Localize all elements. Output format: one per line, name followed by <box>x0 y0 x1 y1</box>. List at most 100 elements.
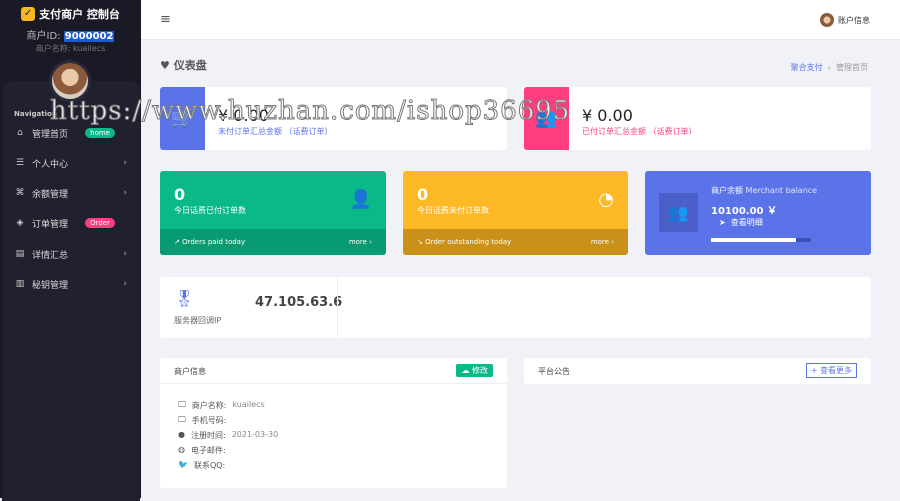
twitter-icon: 🐦 <box>178 460 188 469</box>
sidebar-item-label: 秘钥管理 <box>32 280 69 291</box>
balance-progress-fill <box>711 238 796 242</box>
info-row: ◍ 电子邮件: <box>178 445 226 456</box>
balance-title: 商户余额 Merchant balance <box>711 185 817 196</box>
merchant-name: 商户名称: kuailecs <box>35 44 106 53</box>
view-more-button[interactable]: + 查看更多 <box>805 363 857 378</box>
divider <box>337 277 338 338</box>
sidebar-item-label: 余额管理 <box>32 189 69 200</box>
merchant-info-header: 商户信息 ☁ 修改 <box>160 358 507 384</box>
paid-orders-label: 今日话费已付订单数 <box>174 206 246 215</box>
page-title: ♥ 仪表盘 <box>160 57 207 73</box>
page-title-text: 仪表盘 <box>173 59 207 72</box>
users-icon: 👥 <box>659 193 698 232</box>
unpaid-amount: ¥ 0.00 <box>218 106 269 125</box>
breadcrumb: 聚合支付 › 管理首页 <box>790 63 868 72</box>
order-badge: Order <box>85 218 115 228</box>
chevron-right-icon: › <box>123 158 127 168</box>
edit-label: 修改 <box>472 366 488 375</box>
user-check-icon: 👤 <box>349 189 372 210</box>
more-link[interactable]: more › <box>591 238 614 246</box>
document-icon: ▤ <box>15 249 25 259</box>
sidebar-item-home[interactable]: ⌂ 管理首页 home <box>0 123 141 143</box>
users-icon: 👥 <box>524 87 569 150</box>
sidebar: ✓ 支付商户 控制台 商户ID: 9000002 商户名称: kuailecs N… <box>0 0 141 501</box>
merchant-id-value: 9000002 <box>63 31 115 42</box>
paid-amount: ¥ 0.00 <box>582 106 633 125</box>
info-value: 2021-03-30 <box>231 430 279 439</box>
info-row: ● 注册时间: 2021-03-30 <box>178 430 278 441</box>
breadcrumb-link[interactable]: 聚合支付 <box>791 63 823 72</box>
balance-title-en: Merchant balance <box>745 186 818 195</box>
brand: ✓ 支付商户 控制台 <box>0 6 141 22</box>
menu-icon[interactable]: ≡ <box>160 12 171 27</box>
map-icon: ▥ <box>15 279 25 289</box>
merchant-info-title: 商户信息 <box>174 367 206 376</box>
notice-panel: 平台公告 + 查看更多 <box>524 358 871 384</box>
server-ip-card: 🎖 服务器回调IP 47.105.63.6 <box>160 277 871 338</box>
chevron-right-icon: › <box>123 279 127 289</box>
more-label: more <box>348 238 367 246</box>
info-label: 商户名称: <box>191 401 227 410</box>
account-label: 账户信息 <box>838 15 870 25</box>
breadcrumb-current: 管理首页 <box>836 63 868 72</box>
unpaid-orders-count: 0 <box>417 185 429 204</box>
unpaid-orders-footer-text: Order outstanding today <box>425 238 512 246</box>
balance-card: 👥 商户余额 Merchant balance 10100.00 ￥ ➤ 查看明… <box>645 171 871 255</box>
trending-down-icon: ↘ Order outstanding today <box>417 238 512 246</box>
info-row: 🖵 手机号码: <box>178 415 226 426</box>
paid-orders-footer: ↗ Orders paid today more › <box>160 229 386 255</box>
monitor-icon: 🖵 <box>178 400 186 409</box>
award-icon: 🎖 <box>174 289 195 308</box>
list-icon: ☰ <box>15 158 25 168</box>
info-label: 手机号码: <box>191 416 227 425</box>
info-label: 联系QQ: <box>193 461 226 470</box>
view-details-label: 查看明细 <box>730 218 763 227</box>
merchant-id: 商户ID: 9000002 <box>0 27 141 42</box>
chevron-right-icon: › <box>123 188 127 198</box>
server-ip-value: 47.105.63.6 <box>255 295 343 310</box>
sidebar-item-balance[interactable]: ⌘ 余额管理 › <box>0 183 141 203</box>
more-label: more <box>590 238 609 246</box>
notice-header: 平台公告 + 查看更多 <box>524 358 871 384</box>
trending-up-icon: ↗ Orders paid today <box>174 238 246 246</box>
sidebar-item-details[interactable]: ▤ 详情汇总 › <box>0 244 141 264</box>
paid-orders-count: 0 <box>174 185 186 204</box>
account-menu[interactable]: 账户信息 <box>820 13 870 27</box>
edit-button[interactable]: ☁ 修改 <box>456 364 493 377</box>
home-badge: home <box>85 128 115 138</box>
help-circle-icon: ● <box>178 430 185 439</box>
cart-icon: 🛒 <box>160 87 205 150</box>
info-label: 注册时间: <box>190 431 226 440</box>
unpaid-summary-card: 🛒 ¥ 0.00 未付订单汇总金额 （话费订单） <box>160 87 507 150</box>
paid-label: 已付订单汇总金额 （话费订单） <box>582 127 697 136</box>
nav-label: Navigation <box>14 110 57 118</box>
monitor-icon: 🖵 <box>178 415 186 424</box>
info-row: 🐦 联系QQ: <box>178 460 225 471</box>
sidebar-item-label: 管理首页 <box>32 129 69 140</box>
sidebar-item-profile[interactable]: ☰ 个人中心 › <box>0 153 141 173</box>
globe-icon: ◍ <box>178 445 185 454</box>
sidebar-item-label: 个人中心 <box>32 159 69 170</box>
view-details-link[interactable]: ➤ 查看明细 <box>719 217 763 228</box>
avatar[interactable] <box>49 60 91 102</box>
logo-icon: ✓ <box>21 7 36 21</box>
unpaid-orders-footer: ↘ Order outstanding today more › <box>403 229 628 255</box>
home-icon: ⌂ <box>17 128 23 138</box>
merchant-info-panel: 商户信息 ☁ 修改 🖵 商户名称: kuailecs 🖵 手机号码: ● 注册时间: 202… <box>160 358 507 488</box>
paid-orders-card: 0 今日话费已付订单数 👤 ↗ Orders paid today more › <box>160 171 386 255</box>
server-ip-label: 服务器回调IP <box>174 316 222 325</box>
account-avatar <box>820 13 834 27</box>
balance-amount: 10100.00 ￥ <box>711 206 777 217</box>
info-value: kuailecs <box>232 400 265 409</box>
merchant-id-label: 商户ID: <box>26 31 61 42</box>
info-label: 电子邮件: <box>190 446 226 455</box>
command-icon: ⌘ <box>15 188 25 198</box>
layers-icon: ◈ <box>16 218 24 228</box>
more-link[interactable]: more › <box>349 238 372 246</box>
notice-title: 平台公告 <box>538 367 570 376</box>
top-header: ≡ 账户信息 <box>141 0 900 40</box>
chevron-right-icon: › <box>123 249 127 259</box>
sidebar-item-keys[interactable]: ▥ 秘钥管理 › <box>0 274 141 294</box>
sidebar-item-orders[interactable]: ◈ 订单管理 Order <box>0 213 141 233</box>
sidebar-item-label: 订单管理 <box>32 219 69 230</box>
